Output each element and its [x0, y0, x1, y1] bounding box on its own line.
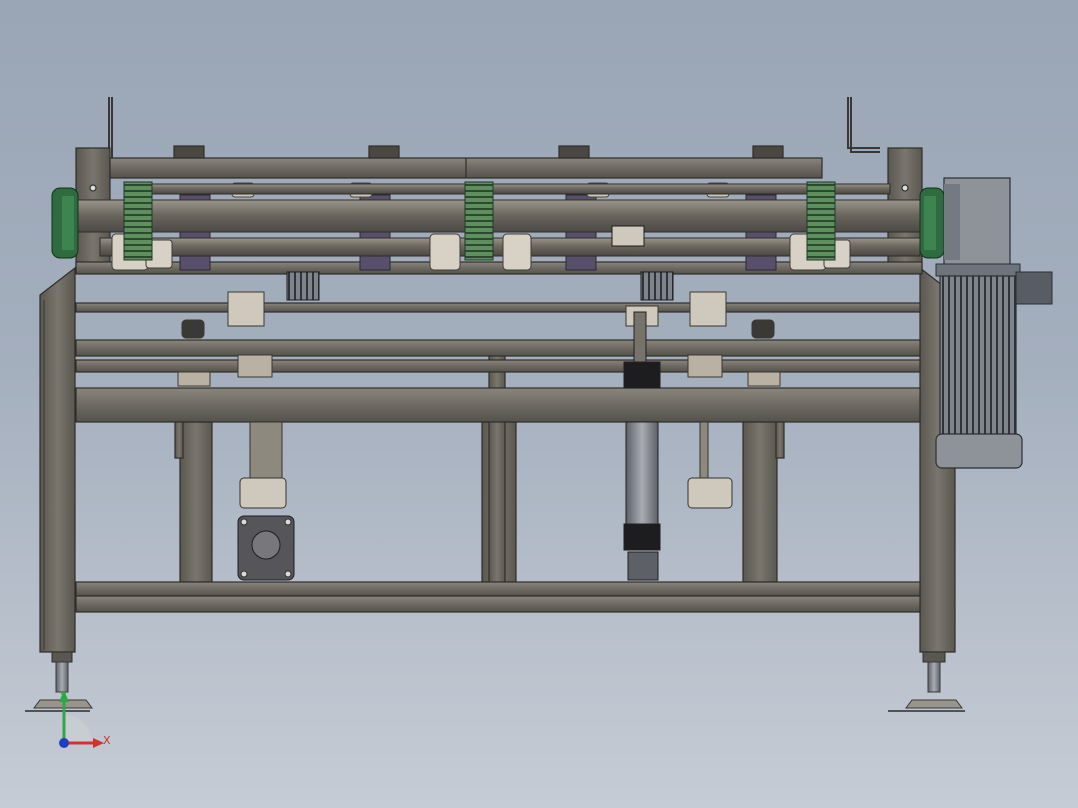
right-linkage	[687, 421, 733, 509]
gear-motor	[935, 177, 1053, 469]
sprocket-left	[123, 181, 153, 261]
top-right-bracket	[847, 97, 880, 153]
left-bearing	[51, 187, 79, 259]
right-foot	[888, 651, 965, 712]
machine-drawing: X Y	[25, 97, 1053, 748]
coordinate-triad: X Y	[59, 690, 111, 748]
z-axis-dot	[59, 738, 69, 748]
cad-viewport[interactable]: X Y	[0, 0, 1078, 808]
y-axis-label: Y	[59, 690, 67, 703]
left-linkage	[237, 421, 295, 581]
sprocket-center	[464, 181, 494, 261]
right-bearing	[919, 187, 945, 259]
left-foot	[25, 651, 93, 712]
sprocket-right	[806, 181, 836, 261]
left-leg	[39, 266, 76, 653]
x-axis-label: X	[103, 734, 111, 747]
